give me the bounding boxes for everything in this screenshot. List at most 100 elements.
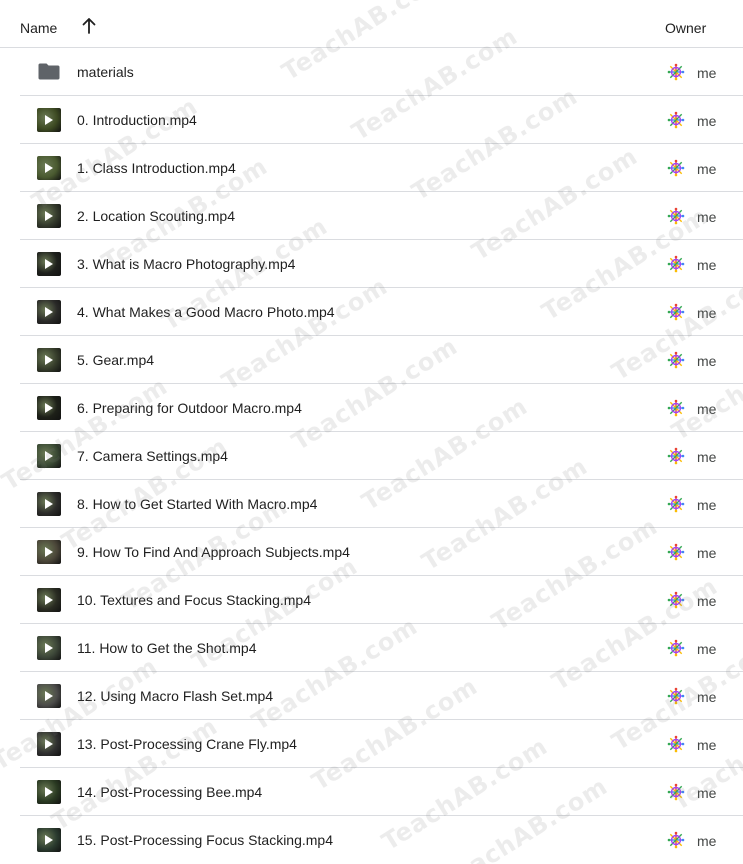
file-row[interactable]: 6. Preparing for Outdoor Macro.mp4 me [20, 384, 743, 432]
file-row[interactable]: 11. How to Get the Shot.mp4 me [20, 624, 743, 672]
owner-avatar [666, 110, 686, 130]
play-icon [45, 787, 53, 797]
video-thumbnail-icon [37, 396, 61, 420]
file-row[interactable]: 5. Gear.mp4 me [20, 336, 743, 384]
file-row[interactable]: 0. Introduction.mp4 me [20, 96, 743, 144]
owner-avatar [666, 542, 686, 562]
owner-avatar [666, 830, 686, 850]
play-icon [45, 835, 53, 845]
owner-avatar [666, 446, 686, 466]
video-thumbnail-icon [37, 156, 61, 180]
play-icon [45, 499, 53, 509]
file-name[interactable]: 3. What is Macro Photography.mp4 [77, 256, 295, 272]
arrow-up-icon[interactable] [80, 16, 98, 36]
file-name[interactable]: 15. Post-Processing Focus Stacking.mp4 [77, 832, 333, 848]
file-name[interactable]: 14. Post-Processing Bee.mp4 [77, 784, 262, 800]
play-icon [45, 211, 53, 221]
owner-name: me [697, 209, 717, 225]
play-icon [45, 643, 53, 653]
play-icon [45, 547, 53, 557]
owner-avatar [666, 254, 686, 274]
file-name[interactable]: 2. Location Scouting.mp4 [77, 208, 235, 224]
file-row[interactable]: 8. How to Get Started With Macro.mp4 me [20, 480, 743, 528]
file-name[interactable]: materials [77, 64, 134, 80]
owner-avatar [666, 494, 686, 514]
video-thumbnail-icon [37, 108, 61, 132]
owner-avatar [666, 158, 686, 178]
owner-avatar [666, 782, 686, 802]
owner-name: me [697, 113, 717, 129]
owner-avatar [666, 590, 686, 610]
video-thumbnail-icon [37, 204, 61, 228]
play-icon [45, 307, 53, 317]
play-icon [45, 355, 53, 365]
play-icon [45, 403, 53, 413]
file-name[interactable]: 8. How to Get Started With Macro.mp4 [77, 496, 317, 512]
file-name[interactable]: 10. Textures and Focus Stacking.mp4 [77, 592, 311, 608]
owner-name: me [697, 641, 717, 657]
video-thumbnail-icon [37, 444, 61, 468]
file-name[interactable]: 9. How To Find And Approach Subjects.mp4 [77, 544, 350, 560]
video-thumbnail-icon [37, 636, 61, 660]
video-thumbnail-icon [37, 780, 61, 804]
file-row[interactable]: 7. Camera Settings.mp4 me [20, 432, 743, 480]
file-name[interactable]: 5. Gear.mp4 [77, 352, 154, 368]
file-name[interactable]: 13. Post-Processing Crane Fly.mp4 [77, 736, 297, 752]
owner-avatar [666, 206, 686, 226]
video-thumbnail-icon [37, 588, 61, 612]
owner-name: me [697, 65, 717, 81]
file-name[interactable]: 7. Camera Settings.mp4 [77, 448, 228, 464]
owner-name: me [697, 689, 717, 705]
file-row[interactable]: 2. Location Scouting.mp4 me [20, 192, 743, 240]
video-thumbnail-icon [37, 300, 61, 324]
owner-name: me [697, 257, 717, 273]
file-name[interactable]: 11. How to Get the Shot.mp4 [77, 640, 257, 656]
file-name[interactable]: 0. Introduction.mp4 [77, 112, 197, 128]
owner-name: me [697, 833, 717, 849]
video-thumbnail-icon [37, 492, 61, 516]
file-row[interactable]: 15. Post-Processing Focus Stacking.mp4 m… [20, 816, 743, 864]
play-icon [45, 691, 53, 701]
file-row[interactable]: 3. What is Macro Photography.mp4 me [20, 240, 743, 288]
folder-row[interactable]: materials me [20, 48, 743, 96]
owner-avatar [666, 62, 686, 82]
file-row[interactable]: 9. How To Find And Approach Subjects.mp4… [20, 528, 743, 576]
video-thumbnail-icon [37, 828, 61, 852]
name-column-header[interactable]: Name [20, 20, 57, 36]
owner-avatar [666, 734, 686, 754]
play-icon [45, 739, 53, 749]
owner-name: me [697, 305, 717, 321]
video-thumbnail-icon [37, 348, 61, 372]
file-name[interactable]: 4. What Makes a Good Macro Photo.mp4 [77, 304, 335, 320]
play-icon [45, 595, 53, 605]
owner-name: me [697, 161, 717, 177]
file-row[interactable]: 1. Class Introduction.mp4 me [20, 144, 743, 192]
file-row[interactable]: 12. Using Macro Flash Set.mp4 me [20, 672, 743, 720]
owner-avatar [666, 638, 686, 658]
owner-name: me [697, 737, 717, 753]
owner-name: me [697, 545, 717, 561]
video-thumbnail-icon [37, 540, 61, 564]
play-icon [45, 259, 53, 269]
file-row[interactable]: 4. What Makes a Good Macro Photo.mp4 me [20, 288, 743, 336]
file-row[interactable]: 14. Post-Processing Bee.mp4 me [20, 768, 743, 816]
video-thumbnail-icon [37, 252, 61, 276]
owner-column-header[interactable]: Owner [665, 20, 706, 36]
file-list-header: Name Owner [0, 0, 743, 48]
owner-name: me [697, 785, 717, 801]
play-icon [45, 115, 53, 125]
file-name[interactable]: 1. Class Introduction.mp4 [77, 160, 236, 176]
owner-name: me [697, 593, 717, 609]
owner-avatar [666, 686, 686, 706]
file-name[interactable]: 6. Preparing for Outdoor Macro.mp4 [77, 400, 302, 416]
owner-name: me [697, 353, 717, 369]
owner-avatar [666, 398, 686, 418]
owner-avatar [666, 350, 686, 370]
file-list: materials me 0. Introduction.mp4 me 1. C… [0, 48, 743, 864]
owner-name: me [697, 401, 717, 417]
video-thumbnail-icon [37, 732, 61, 756]
file-name[interactable]: 12. Using Macro Flash Set.mp4 [77, 688, 273, 704]
file-row[interactable]: 10. Textures and Focus Stacking.mp4 me [20, 576, 743, 624]
file-row[interactable]: 13. Post-Processing Crane Fly.mp4 me [20, 720, 743, 768]
owner-avatar [666, 302, 686, 322]
